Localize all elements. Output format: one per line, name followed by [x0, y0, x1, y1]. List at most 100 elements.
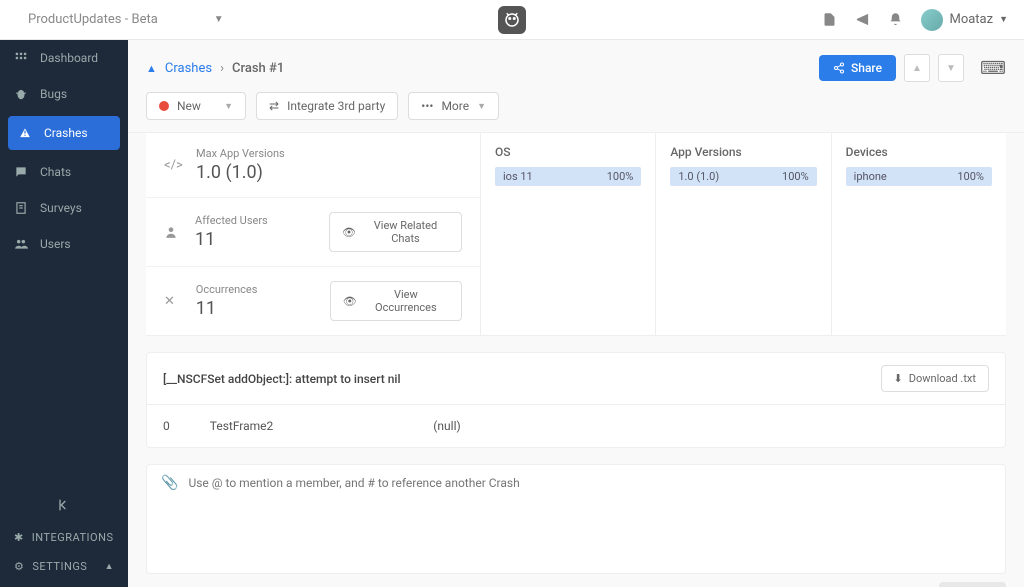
avatar [921, 9, 943, 31]
view-chats-button[interactable]: 👁 View Related Chats [329, 212, 462, 252]
sidebar-label: Crashes [44, 126, 88, 140]
breadcrumb-root[interactable]: Crashes [165, 61, 212, 76]
download-icon: ⬇ [894, 372, 903, 385]
product-name: ProductUpdates - Beta [28, 12, 158, 27]
link-icon: ⇄ [269, 99, 279, 113]
sidebar-settings[interactable]: ⚙ SETTINGS ▲ [0, 552, 128, 581]
col-header: Devices [846, 145, 992, 159]
caret-down-icon: ▼ [999, 14, 1008, 25]
eye-icon: 👁 [342, 226, 356, 239]
sidebar-label: Dashboard [40, 51, 98, 65]
sidebar-item-crashes[interactable]: Crashes [8, 116, 120, 150]
row-index: 0 [163, 419, 170, 433]
share-button[interactable]: Share [819, 55, 896, 81]
eye-icon: 👁 [343, 295, 357, 308]
action-label: View Occurrences [363, 288, 449, 314]
stat-app-versions: App Versions 1.0 (1.0) 100% [656, 133, 831, 335]
user-icon [164, 225, 181, 239]
attachment-icon[interactable]: 📎 [161, 475, 178, 491]
bar-pct: 100% [957, 170, 984, 183]
keyboard-icon[interactable]: ⌨ [980, 55, 1006, 81]
col-header: OS [495, 145, 641, 159]
topbar-right: Moataz ▼ [822, 9, 1008, 31]
stat-value: 11 [196, 298, 316, 319]
user-name: Moataz [949, 12, 993, 27]
status-dropdown[interactable]: New ▼ [146, 92, 246, 120]
action-label: View Related Chats [362, 219, 449, 245]
topbar-left: ProductUpdates - Beta ▼ [16, 12, 224, 27]
caret-up-icon: ▲ [105, 561, 114, 572]
status-dot-icon [159, 101, 169, 111]
error-row: 0 TestFrame2 (null) [147, 405, 1005, 447]
comment-input[interactable] [188, 476, 991, 490]
col-header: App Versions [670, 145, 816, 159]
gear-icon: ✱ [14, 531, 24, 544]
product-dropdown[interactable]: ProductUpdates - Beta ▼ [28, 12, 224, 27]
caret-down-icon: ▼ [477, 101, 486, 112]
more-label: More [441, 99, 469, 113]
survey-icon [14, 201, 30, 215]
bar-name: 1.0 (1.0) [678, 170, 719, 183]
close-icon: ✕ [164, 294, 182, 309]
stat-os: OS ios 11 100% [481, 133, 656, 335]
warning-icon [18, 126, 34, 140]
sidebar-item-bugs[interactable]: Bugs [0, 76, 128, 112]
more-button[interactable]: ••• More ▼ [408, 92, 499, 120]
sidebar-integrations[interactable]: ✱ INTEGRATIONS [0, 523, 128, 552]
dots-icon: ••• [421, 99, 433, 113]
users-icon [14, 237, 30, 251]
bar-name: ios 11 [503, 170, 533, 183]
view-occurrences-button[interactable]: 👁 View Occurrences [330, 281, 462, 321]
sidebar-item-users[interactable]: Users [0, 226, 128, 262]
sidebar-item-chats[interactable]: Chats [0, 154, 128, 190]
breadcrumb-current: Crash #1 [232, 61, 284, 76]
stat-bar: ios 11 100% [495, 167, 641, 186]
sidebar-label: Bugs [40, 87, 67, 101]
stat-occurrences: ✕ Occurrences 11 👁 View Occurrences [146, 267, 480, 335]
caret-down-icon: ▼ [224, 101, 233, 112]
stat-value: 1.0 (1.0) [196, 162, 316, 183]
app-logo[interactable] [498, 6, 526, 34]
stat-affected-users: Affected Users 11 👁 View Related Chats [146, 198, 480, 267]
integrate-button[interactable]: ⇄ Integrate 3rd party [256, 92, 398, 120]
breadcrumb: ▲ Crashes › Crash #1 [146, 61, 284, 76]
dashboard-icon [14, 51, 30, 65]
stat-bar: iphone 100% [846, 167, 992, 186]
prev-button[interactable]: ▲ [904, 54, 930, 82]
stat-bar: 1.0 (1.0) 100% [670, 167, 816, 186]
megaphone-icon[interactable] [855, 12, 870, 27]
error-box: [__NSCFSet addObject:]: attempt to inser… [146, 352, 1006, 448]
code-icon: </> [164, 158, 182, 173]
sidebar-label: Users [40, 237, 71, 251]
stat-value: 11 [195, 229, 315, 250]
row-value: (null) [433, 419, 460, 433]
gear-icon: ⚙ [14, 560, 24, 573]
download-txt-button[interactable]: ⬇ Download .txt [881, 365, 989, 392]
status-label: New [177, 99, 201, 113]
bell-icon[interactable] [888, 12, 903, 27]
stat-label: Affected Users [195, 214, 315, 227]
download-label: Download .txt [909, 372, 976, 385]
stat-devices: Devices iphone 100% [832, 133, 1006, 335]
topbar: ProductUpdates - Beta ▼ Moataz ▼ [0, 0, 1024, 40]
user-menu[interactable]: Moataz ▼ [921, 9, 1008, 31]
share-icon [833, 62, 845, 74]
sidebar-item-dashboard[interactable]: Dashboard [0, 40, 128, 76]
sidebar: Dashboard Bugs Crashes Chats Surveys [0, 40, 128, 587]
sidebar-item-surveys[interactable]: Surveys [0, 190, 128, 226]
bar-name: iphone [854, 170, 887, 183]
sidebar-collapse-button[interactable] [0, 487, 128, 523]
main-content: ▲ Crashes › Crash #1 Share ▲ ▼ ⌨ [128, 40, 1024, 587]
send-button[interactable]: Send [939, 582, 1006, 587]
integrations-label: INTEGRATIONS [32, 531, 114, 544]
settings-label: SETTINGS [32, 560, 87, 573]
warning-icon: ▲ [146, 62, 157, 75]
breadcrumb-separator: › [220, 61, 224, 76]
bar-pct: 100% [782, 170, 809, 183]
caret-down-icon: ▼ [214, 14, 224, 25]
stat-max-versions: </> Max App Versions 1.0 (1.0) [146, 133, 480, 198]
bar-pct: 100% [607, 170, 634, 183]
next-button[interactable]: ▼ [938, 54, 964, 82]
integrate-label: Integrate 3rd party [287, 99, 385, 113]
document-icon[interactable] [822, 12, 837, 27]
